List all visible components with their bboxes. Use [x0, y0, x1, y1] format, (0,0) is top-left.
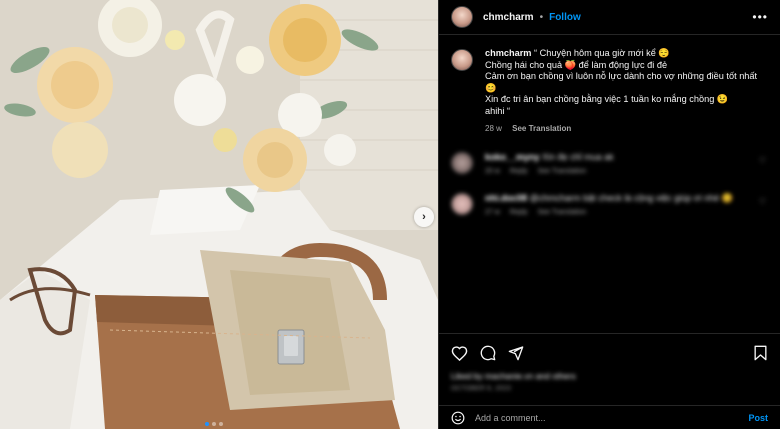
reply-button[interactable]: Reply	[510, 209, 528, 216]
caption-body: chmcharm “ Chuyện hôm qua giờ mới kể 😌 C…	[485, 48, 765, 134]
comment-icon[interactable]	[480, 345, 496, 361]
avatar[interactable]	[451, 6, 473, 28]
carousel-dot	[219, 422, 223, 426]
action-icons	[451, 342, 768, 364]
chevron-right-icon: ›	[422, 211, 426, 223]
comment-username[interactable]: nhi.doc08	[485, 193, 527, 203]
post-side-panel: chmcharm • Follow ••• chmcharm “ Chuyện …	[438, 0, 780, 429]
send-icon[interactable]	[508, 345, 524, 361]
caption: chmcharm “ Chuyện hôm qua giờ mới kể 😌 C…	[451, 48, 768, 134]
comment-item: koko__myny Xin đẹ chỉ mua ak 20 w Reply …	[451, 152, 768, 175]
caption-meta: 28 w See Translation	[485, 123, 765, 135]
carousel-dots	[205, 422, 223, 426]
comment-username[interactable]: koko__myny	[485, 152, 540, 162]
separator-dot: •	[539, 11, 544, 23]
avatar[interactable]	[451, 49, 473, 71]
bookmark-icon[interactable]	[753, 345, 768, 361]
reply-button[interactable]: Reply	[510, 168, 528, 175]
comment-text: @chmcharm bật check là cộng việc giúp ơi…	[529, 193, 733, 204]
post-header: chmcharm • Follow •••	[439, 0, 780, 35]
post-comment-button[interactable]: Post	[748, 413, 768, 423]
post-photo	[0, 0, 438, 429]
caption-line: “ Chuyện hôm qua giờ mới kể 😌	[534, 48, 670, 58]
comment-age: 27 w	[485, 209, 500, 217]
smiley-icon[interactable]	[451, 411, 465, 425]
heart-icon[interactable]	[451, 345, 468, 361]
add-comment-input[interactable]	[475, 412, 749, 423]
see-translation-link[interactable]: See Translation	[538, 209, 587, 216]
username-link[interactable]: chmcharm	[483, 12, 534, 23]
caption-line: Cảm ơn bạn chồng vì luôn nỗ lực dành cho…	[485, 71, 758, 93]
carousel-dot	[205, 422, 209, 426]
comment-item: nhi.doc08 @chmcharm bật check là cộng vi…	[451, 193, 768, 216]
caption-line: Xin đc tri ân bạn chồng bằng việc 1 tuần…	[485, 94, 729, 105]
avatar[interactable]	[451, 152, 473, 175]
see-translation-link[interactable]: See Translation	[512, 124, 571, 133]
follow-button[interactable]: Follow	[549, 12, 581, 23]
carousel-dot	[212, 422, 216, 426]
carousel-next-button[interactable]: ›	[414, 207, 434, 227]
comment-body: nhi.doc08 @chmcharm bật check là cộng vi…	[485, 193, 753, 216]
comment-like-heart-icon[interactable]: ♡	[759, 197, 766, 206]
more-horizontal-icon[interactable]: •••	[752, 10, 768, 24]
post-timestamp: OCTOBER 6, 2023	[451, 385, 512, 392]
avatar[interactable]	[451, 193, 473, 216]
liked-by-text[interactable]: Liked by machanie.vn and others	[451, 371, 768, 381]
caption-line: ahihi “	[485, 105, 511, 116]
add-comment-bar: Post	[439, 405, 780, 429]
caption-age: 28 w	[485, 123, 502, 133]
post-media[interactable]: ›	[0, 0, 438, 429]
see-translation-link[interactable]: See Translation	[538, 168, 587, 175]
comment-text: Xin đẹ chỉ mua ak	[542, 152, 614, 163]
caption-username[interactable]: chmcharm	[485, 48, 531, 58]
post-actions: Liked by machanie.vn and others OCTOBER …	[439, 333, 780, 395]
comment-age: 20 w	[485, 168, 500, 176]
comment-body: koko__myny Xin đẹ chỉ mua ak 20 w Reply …	[485, 152, 753, 175]
comments-section[interactable]: chmcharm “ Chuyện hôm qua giờ mới kể 😌 C…	[439, 36, 780, 333]
comment-like-heart-icon[interactable]: ♡	[759, 156, 766, 165]
caption-line: Chồng hái cho quả 🍑 để làm động lực đi đ…	[485, 59, 668, 70]
